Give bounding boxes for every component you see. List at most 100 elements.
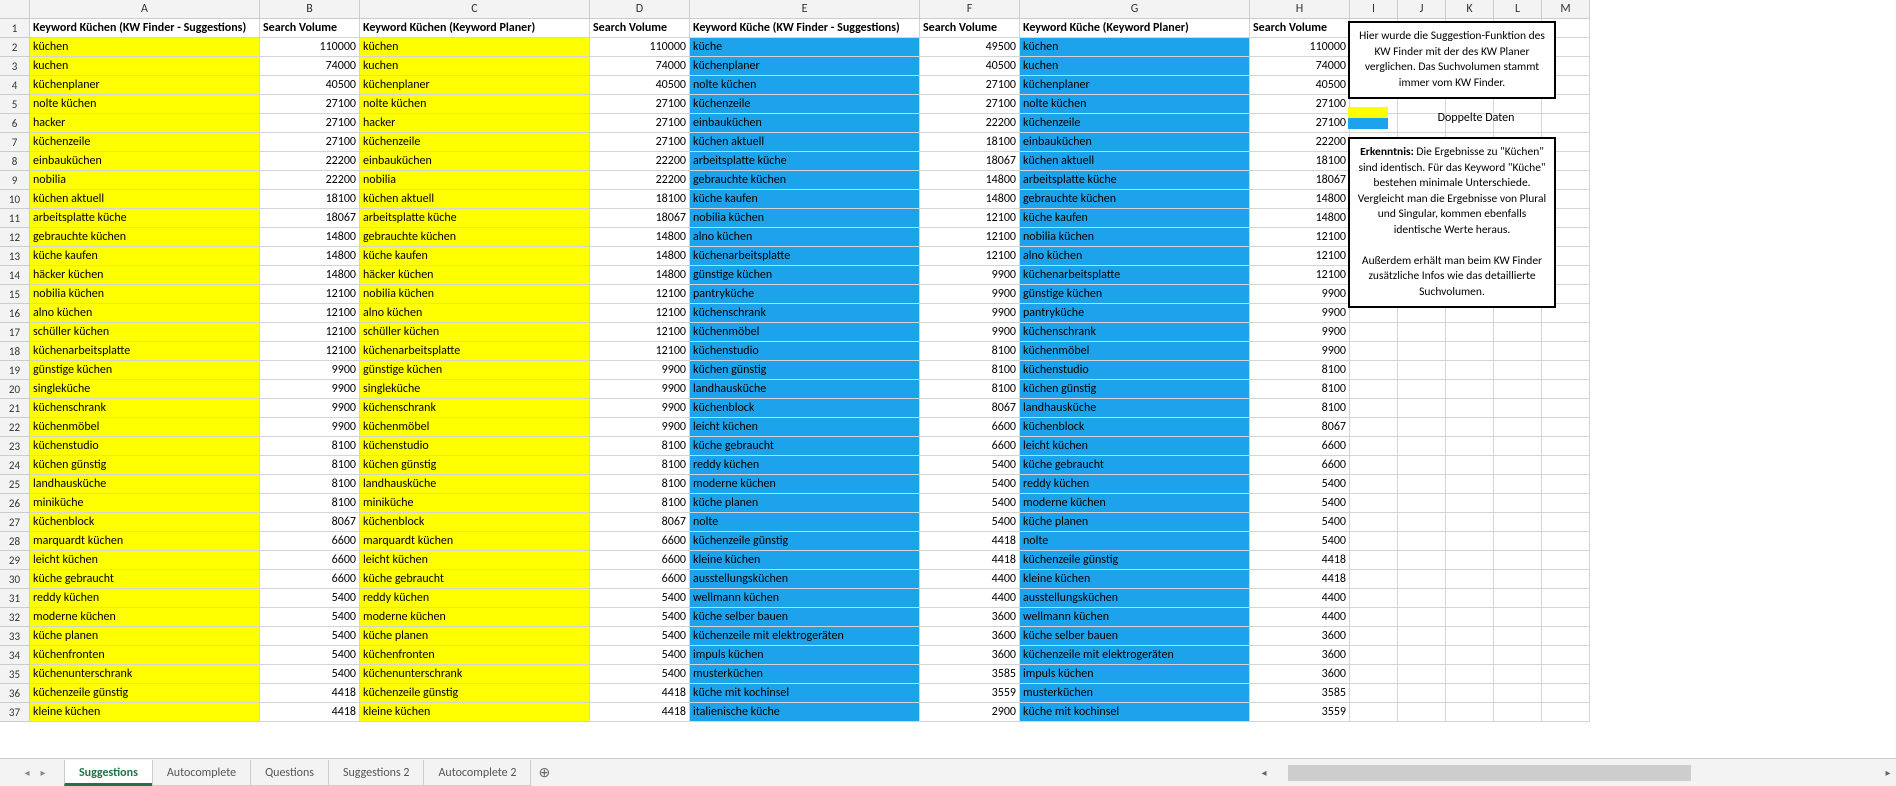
empty-cell[interactable] — [1398, 323, 1446, 342]
cell-D3[interactable]: 74000 — [590, 57, 690, 76]
cell-F19[interactable]: 8100 — [920, 361, 1020, 380]
cell-D12[interactable]: 14800 — [590, 228, 690, 247]
empty-cell[interactable] — [1350, 532, 1398, 551]
row-header-22[interactable]: 22 — [0, 418, 30, 437]
row-header-14[interactable]: 14 — [0, 266, 30, 285]
empty-cell[interactable] — [1494, 475, 1542, 494]
cell-C2[interactable]: küchen — [360, 38, 590, 57]
cell-C29[interactable]: leicht küchen — [360, 551, 590, 570]
col-header-G[interactable]: G — [1020, 0, 1250, 19]
empty-cell[interactable] — [1542, 703, 1590, 722]
empty-cell[interactable] — [1494, 380, 1542, 399]
empty-cell[interactable] — [1350, 684, 1398, 703]
empty-cell[interactable] — [1542, 608, 1590, 627]
cell-G13[interactable]: alno küchen — [1020, 247, 1250, 266]
row-header-11[interactable]: 11 — [0, 209, 30, 228]
cell-H35[interactable]: 3600 — [1250, 665, 1350, 684]
row-header-24[interactable]: 24 — [0, 456, 30, 475]
cell-A9[interactable]: nobilia — [30, 171, 260, 190]
cell-H24[interactable]: 6600 — [1250, 456, 1350, 475]
empty-cell[interactable] — [1446, 418, 1494, 437]
empty-cell[interactable] — [1494, 418, 1542, 437]
cell-C23[interactable]: küchenstudio — [360, 437, 590, 456]
cell-C3[interactable]: kuchen — [360, 57, 590, 76]
cell-G2[interactable]: küchen — [1020, 38, 1250, 57]
cell-D19[interactable]: 9900 — [590, 361, 690, 380]
cell-H13[interactable]: 12100 — [1250, 247, 1350, 266]
sheet-tab-suggestions-2[interactable]: Suggestions 2 — [328, 760, 424, 786]
cell-C32[interactable]: moderne küchen — [360, 608, 590, 627]
row-header-19[interactable]: 19 — [0, 361, 30, 380]
cell-G19[interactable]: küchenstudio — [1020, 361, 1250, 380]
cell-G4[interactable]: küchenplaner — [1020, 76, 1250, 95]
empty-cell[interactable] — [1446, 456, 1494, 475]
cell-E36[interactable]: küche mit kochinsel — [690, 684, 920, 703]
row-header-13[interactable]: 13 — [0, 247, 30, 266]
empty-cell[interactable] — [1494, 703, 1542, 722]
cell-F14[interactable]: 9900 — [920, 266, 1020, 285]
cell-H11[interactable]: 14800 — [1250, 209, 1350, 228]
cell-E19[interactable]: küchen günstig — [690, 361, 920, 380]
cell-D35[interactable]: 5400 — [590, 665, 690, 684]
cell-F3[interactable]: 40500 — [920, 57, 1020, 76]
cell-A28[interactable]: marquardt küchen — [30, 532, 260, 551]
cell-B18[interactable]: 12100 — [260, 342, 360, 361]
cell-C16[interactable]: alno küchen — [360, 304, 590, 323]
empty-cell[interactable] — [1494, 589, 1542, 608]
cell-F37[interactable]: 2900 — [920, 703, 1020, 722]
empty-cell[interactable] — [1350, 475, 1398, 494]
cell-E14[interactable]: günstige küchen — [690, 266, 920, 285]
cell-D25[interactable]: 8100 — [590, 475, 690, 494]
cell-A37[interactable]: kleine küchen — [30, 703, 260, 722]
cell-G30[interactable]: kleine küchen — [1020, 570, 1250, 589]
cell-F36[interactable]: 3559 — [920, 684, 1020, 703]
col-header-F[interactable]: F — [920, 0, 1020, 19]
empty-cell[interactable] — [1398, 627, 1446, 646]
cell-G3[interactable]: kuchen — [1020, 57, 1250, 76]
row-header-23[interactable]: 23 — [0, 437, 30, 456]
col-header-K[interactable]: K — [1446, 0, 1494, 19]
cell-D21[interactable]: 9900 — [590, 399, 690, 418]
cell-F6[interactable]: 22200 — [920, 114, 1020, 133]
cell-B17[interactable]: 12100 — [260, 323, 360, 342]
cell-F28[interactable]: 4418 — [920, 532, 1020, 551]
cell-H2[interactable]: 110000 — [1250, 38, 1350, 57]
row-header-4[interactable]: 4 — [0, 76, 30, 95]
empty-cell[interactable] — [1542, 532, 1590, 551]
empty-cell[interactable] — [1350, 627, 1398, 646]
cell-B4[interactable]: 40500 — [260, 76, 360, 95]
cell-A17[interactable]: schüller küchen — [30, 323, 260, 342]
header-cell-C[interactable]: Keyword Küchen (Keyword Planer) — [360, 19, 590, 38]
empty-cell[interactable] — [1494, 361, 1542, 380]
cell-A5[interactable]: nolte küchen — [30, 95, 260, 114]
cell-E15[interactable]: pantryküche — [690, 285, 920, 304]
empty-cell[interactable] — [1446, 361, 1494, 380]
cell-G5[interactable]: nolte küchen — [1020, 95, 1250, 114]
cell-A31[interactable]: reddy küchen — [30, 589, 260, 608]
cell-G34[interactable]: küchenzeile mit elektrogeräten — [1020, 646, 1250, 665]
row-header-2[interactable]: 2 — [0, 38, 30, 57]
cell-G15[interactable]: günstige küchen — [1020, 285, 1250, 304]
cell-B6[interactable]: 27100 — [260, 114, 360, 133]
empty-cell[interactable] — [1446, 532, 1494, 551]
cell-E3[interactable]: küchenplaner — [690, 57, 920, 76]
cell-C5[interactable]: nolte küchen — [360, 95, 590, 114]
empty-cell[interactable] — [1398, 532, 1446, 551]
cell-A3[interactable]: kuchen — [30, 57, 260, 76]
cell-H17[interactable]: 9900 — [1250, 323, 1350, 342]
empty-cell[interactable] — [1494, 513, 1542, 532]
cell-F24[interactable]: 5400 — [920, 456, 1020, 475]
header-cell-A[interactable]: Keyword Küchen (KW Finder - Suggestions) — [30, 19, 260, 38]
cell-E17[interactable]: küchenmöbel — [690, 323, 920, 342]
cell-D16[interactable]: 12100 — [590, 304, 690, 323]
scroll-thumb[interactable] — [1288, 765, 1691, 781]
cell-B29[interactable]: 6600 — [260, 551, 360, 570]
cell-E35[interactable]: musterküchen — [690, 665, 920, 684]
empty-cell[interactable] — [1398, 475, 1446, 494]
cell-A26[interactable]: miniküche — [30, 494, 260, 513]
empty-cell[interactable] — [1542, 665, 1590, 684]
empty-cell[interactable] — [1350, 608, 1398, 627]
sheet-tab-autocomplete[interactable]: Autocomplete — [152, 760, 251, 786]
header-cell-B[interactable]: Search Volume — [260, 19, 360, 38]
row-header-10[interactable]: 10 — [0, 190, 30, 209]
